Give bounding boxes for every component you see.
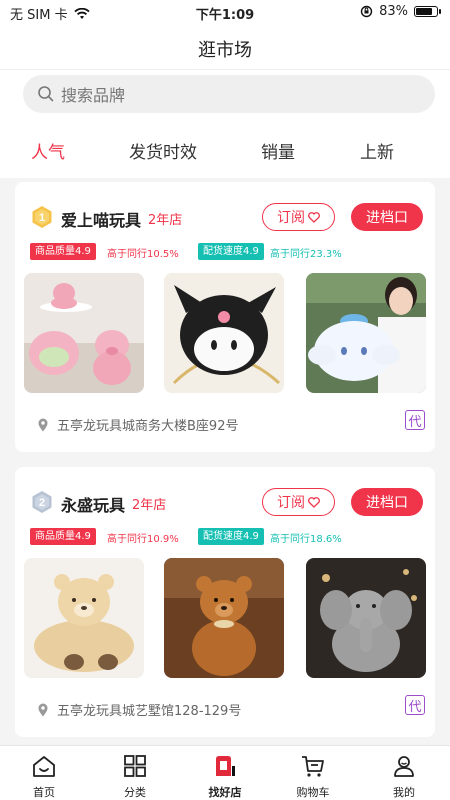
tab-popularity[interactable]: 人气 [31,138,65,163]
orientation-lock-icon [360,5,373,18]
category-icon [124,755,146,777]
nav-home[interactable]: 首页 [14,754,74,800]
agent-tag: 代 [405,410,425,430]
cart-icon [302,756,324,777]
search-input[interactable]: 搜索品牌 [23,75,435,113]
product-thumbnail[interactable] [306,558,426,678]
nav-cart[interactable]: 购物车 [283,754,343,800]
subscribe-button[interactable]: 订阅 [262,488,335,516]
product-thumbnail[interactable] [24,273,144,393]
shop-address: 五亭龙玩具城艺墅馆128-129号 [57,704,242,719]
shop-card[interactable]: 2 永盛玩具 2年店 订阅 进档口 商品质量4.9 高于同行10.9% 配货速度… [15,467,435,737]
shop-card[interactable]: 1 爱上喵玩具 2年店 订阅 进档口 商品质量4.9 高于同行10.5% 配货速… [15,182,435,452]
location-icon [38,418,48,431]
nav-header: 逛市场 [0,26,450,70]
nav-profile[interactable]: 我的 [374,754,434,800]
heart-icon [308,496,320,508]
home-icon [33,756,55,777]
subscribe-button[interactable]: 订阅 [262,203,335,231]
product-thumbnail[interactable] [306,273,426,393]
shop-name[interactable]: 爱上喵玩具 [61,207,141,231]
battery-percent: 83% [379,4,408,19]
product-thumbnail[interactable] [164,273,284,393]
quality-badge: 商品质量4.9 [30,243,96,260]
enter-shop-button[interactable]: 进档口 [351,203,423,231]
shop-age-badge: 2年店 [148,213,183,228]
status-bar: 无 SIM 卡 下午1:09 83% [0,0,450,26]
search-icon [38,86,54,102]
product-thumbnail[interactable] [164,558,284,678]
shop-icon [216,756,235,776]
tab-sales[interactable]: 销量 [261,138,295,163]
profile-icon [394,756,414,777]
shop-name[interactable]: 永盛玩具 [61,492,125,516]
speed-badge: 配货速度4.9 [198,528,264,545]
product-thumbnail[interactable] [24,558,144,678]
tab-new[interactable]: 上新 [360,138,394,163]
rank-silver-icon: 2 [32,491,52,513]
agent-tag: 代 [405,695,425,715]
quality-compare: 高于同行10.9% [107,534,179,545]
bottom-tab-bar: 首页 分类 找好店 购物车 我的 [0,745,450,800]
nav-category[interactable]: 分类 [105,754,165,800]
heart-icon [308,211,320,223]
quality-compare: 高于同行10.5% [107,249,179,260]
battery-icon [414,6,441,17]
speed-compare: 高于同行18.6% [270,534,342,545]
shop-age-badge: 2年店 [132,498,167,513]
quality-badge: 商品质量4.9 [30,528,96,545]
tab-shipping-time[interactable]: 发货时效 [129,138,197,163]
location-icon [38,703,48,716]
speed-badge: 配货速度4.9 [198,243,264,260]
rank-gold-icon: 1 [32,206,52,228]
svg-text:2: 2 [39,497,45,509]
page-title: 逛市场 [198,40,252,61]
svg-text:1: 1 [39,212,45,224]
sort-tabs: 人气 发货时效 销量 上新 [0,120,450,178]
nav-find-shops[interactable]: 找好店 [195,754,255,800]
speed-compare: 高于同行23.3% [270,249,342,260]
enter-shop-button[interactable]: 进档口 [351,488,423,516]
search-placeholder: 搜索品牌 [61,86,126,105]
shop-address: 五亭龙玩具城商务大楼B座92号 [57,419,239,434]
